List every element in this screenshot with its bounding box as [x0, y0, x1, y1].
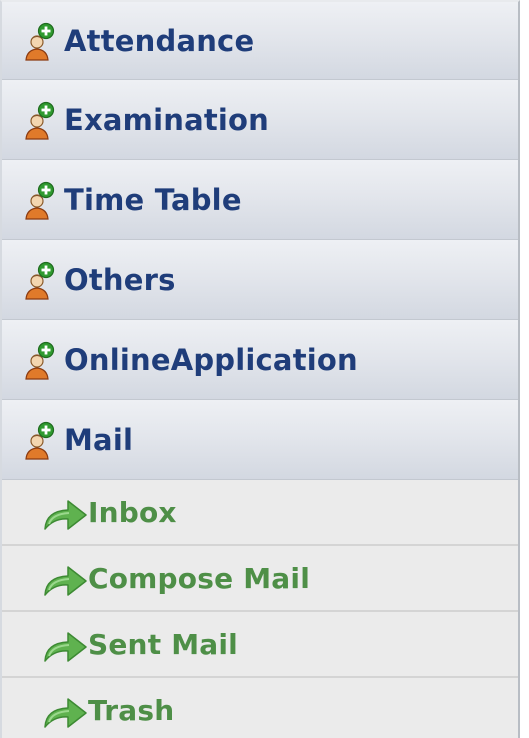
- green-arrow-icon: [42, 498, 88, 532]
- mail-item-label: Trash: [88, 693, 175, 727]
- green-arrow-icon: [42, 564, 88, 598]
- sidebar-menu: Attendance Examination Time Table Others…: [0, 0, 520, 738]
- user-add-icon: [24, 22, 58, 62]
- menu-section-examination[interactable]: Examination: [2, 80, 518, 160]
- mail-item-label: Sent Mail: [88, 627, 238, 661]
- mail-item-compose-mail[interactable]: Compose Mail: [2, 546, 518, 612]
- menu-section-mail[interactable]: Mail: [2, 400, 518, 480]
- mail-item-sent-mail[interactable]: Sent Mail: [2, 612, 518, 678]
- menu-section-label: Others: [64, 262, 176, 297]
- menu-section-others[interactable]: Others: [2, 240, 518, 320]
- menu-section-label: Attendance: [64, 23, 255, 58]
- menu-section-online-application[interactable]: OnlineApplication: [2, 320, 518, 400]
- mail-item-trash[interactable]: Trash: [2, 678, 518, 738]
- green-arrow-icon: [42, 696, 88, 730]
- menu-section-label: Mail: [64, 422, 134, 457]
- menu-section-label: OnlineApplication: [64, 342, 358, 377]
- mail-item-label: Compose Mail: [88, 561, 310, 595]
- user-add-icon: [24, 101, 58, 141]
- menu-section-time-table[interactable]: Time Table: [2, 160, 518, 240]
- mail-item-label: Inbox: [88, 495, 177, 529]
- user-add-icon: [24, 421, 58, 461]
- mail-item-inbox[interactable]: Inbox: [2, 480, 518, 546]
- green-arrow-icon: [42, 630, 88, 664]
- user-add-icon: [24, 261, 58, 301]
- user-add-icon: [24, 341, 58, 381]
- menu-section-attendance[interactable]: Attendance: [2, 2, 518, 80]
- user-add-icon: [24, 181, 58, 221]
- menu-section-label: Examination: [64, 102, 270, 137]
- menu-section-label: Time Table: [64, 182, 242, 217]
